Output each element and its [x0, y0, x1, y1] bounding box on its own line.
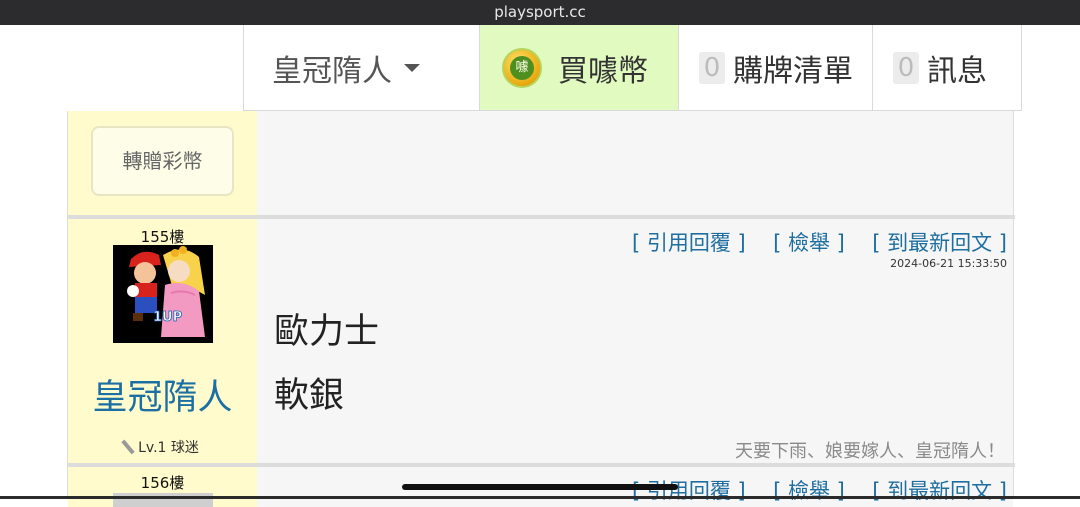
- post-actions: [ 引用回覆 ] [ 檢舉 ] [ 到最新回文 ]: [632, 479, 1007, 503]
- avatar-image: 1UP: [113, 245, 213, 343]
- quote-reply-link[interactable]: 引用回覆: [647, 231, 731, 255]
- post-155-user-column: 155樓 1UP 皇冠隋人 Lv.1 球迷: [68, 219, 257, 463]
- forum-thread: 轉贈彩幣 155樓 1UP 皇冠隋人 Lv.1 球迷 [引用回覆] [檢舉…: [67, 111, 1015, 507]
- user-menu-label: 皇冠隋人: [272, 53, 392, 89]
- post-timestamp: 2024-06-21 15:33:50: [890, 257, 1007, 270]
- poster-username[interactable]: 皇冠隋人: [68, 369, 257, 420]
- user-signature: 天要下雨、娘要嫁人、皇冠隋人！: [735, 441, 1005, 462]
- prev-post-user-column: 轉贈彩幣: [68, 111, 257, 215]
- post-155-content: [ 引用回覆 ] [ 檢舉 ] [ 到最新回文 ] 2024-06-21 15:…: [257, 219, 1013, 463]
- home-indicator[interactable]: [402, 484, 678, 490]
- user-menu-dropdown[interactable]: 皇冠隋人: [243, 25, 479, 111]
- post-body-line: 歐力士: [274, 312, 380, 352]
- messages-count: 0: [893, 51, 919, 84]
- messages-button[interactable]: 0 訊息: [872, 25, 1022, 111]
- url-text: playsport.cc: [494, 3, 586, 21]
- floor-number: 156樓: [140, 474, 185, 492]
- latest-reply-link[interactable]: 到最新回文: [887, 231, 992, 255]
- caret-down-icon: [404, 63, 420, 72]
- report-link[interactable]: 檢舉: [788, 231, 830, 255]
- buy-coins-label: 買噱幣: [558, 53, 648, 89]
- prev-post-content: [257, 111, 1013, 215]
- purchase-list-button[interactable]: 0 購牌清單: [678, 25, 872, 111]
- gift-coins-button[interactable]: 轉贈彩幣: [91, 126, 234, 196]
- purchase-list-label: 購牌清單: [733, 53, 853, 89]
- quote-reply-link[interactable]: 引用回覆: [647, 479, 731, 503]
- latest-reply-link[interactable]: 到最新回文: [887, 479, 992, 503]
- messages-label: 訊息: [927, 53, 987, 89]
- avatar-badge: 1UP: [153, 310, 182, 325]
- user-avatar[interactable]: 1UP: [113, 245, 213, 343]
- post-actions: [ 引用回覆 ] [ 檢舉 ] [ 到最新回文 ]: [632, 231, 1007, 255]
- post-156-user-column: 156樓: [68, 467, 257, 507]
- user-level: Lv.1 球迷: [68, 437, 257, 457]
- purchase-list-count: 0: [699, 51, 725, 84]
- post-body-line: 軟銀: [274, 376, 345, 416]
- coin-icon: 噱: [502, 47, 542, 88]
- floor-number: 155樓: [140, 228, 185, 246]
- report-link[interactable]: 檢舉: [788, 479, 830, 503]
- top-navigation: 皇冠隋人 噱 買噱幣 0 購牌清單 0 訊息: [0, 25, 1080, 111]
- buy-coins-button[interactable]: 噱 買噱幣: [479, 25, 678, 111]
- pencil-icon: [121, 439, 135, 455]
- user-level-text: Lv.1 球迷: [138, 440, 199, 456]
- browser-url-bar[interactable]: playsport.cc: [0, 0, 1080, 25]
